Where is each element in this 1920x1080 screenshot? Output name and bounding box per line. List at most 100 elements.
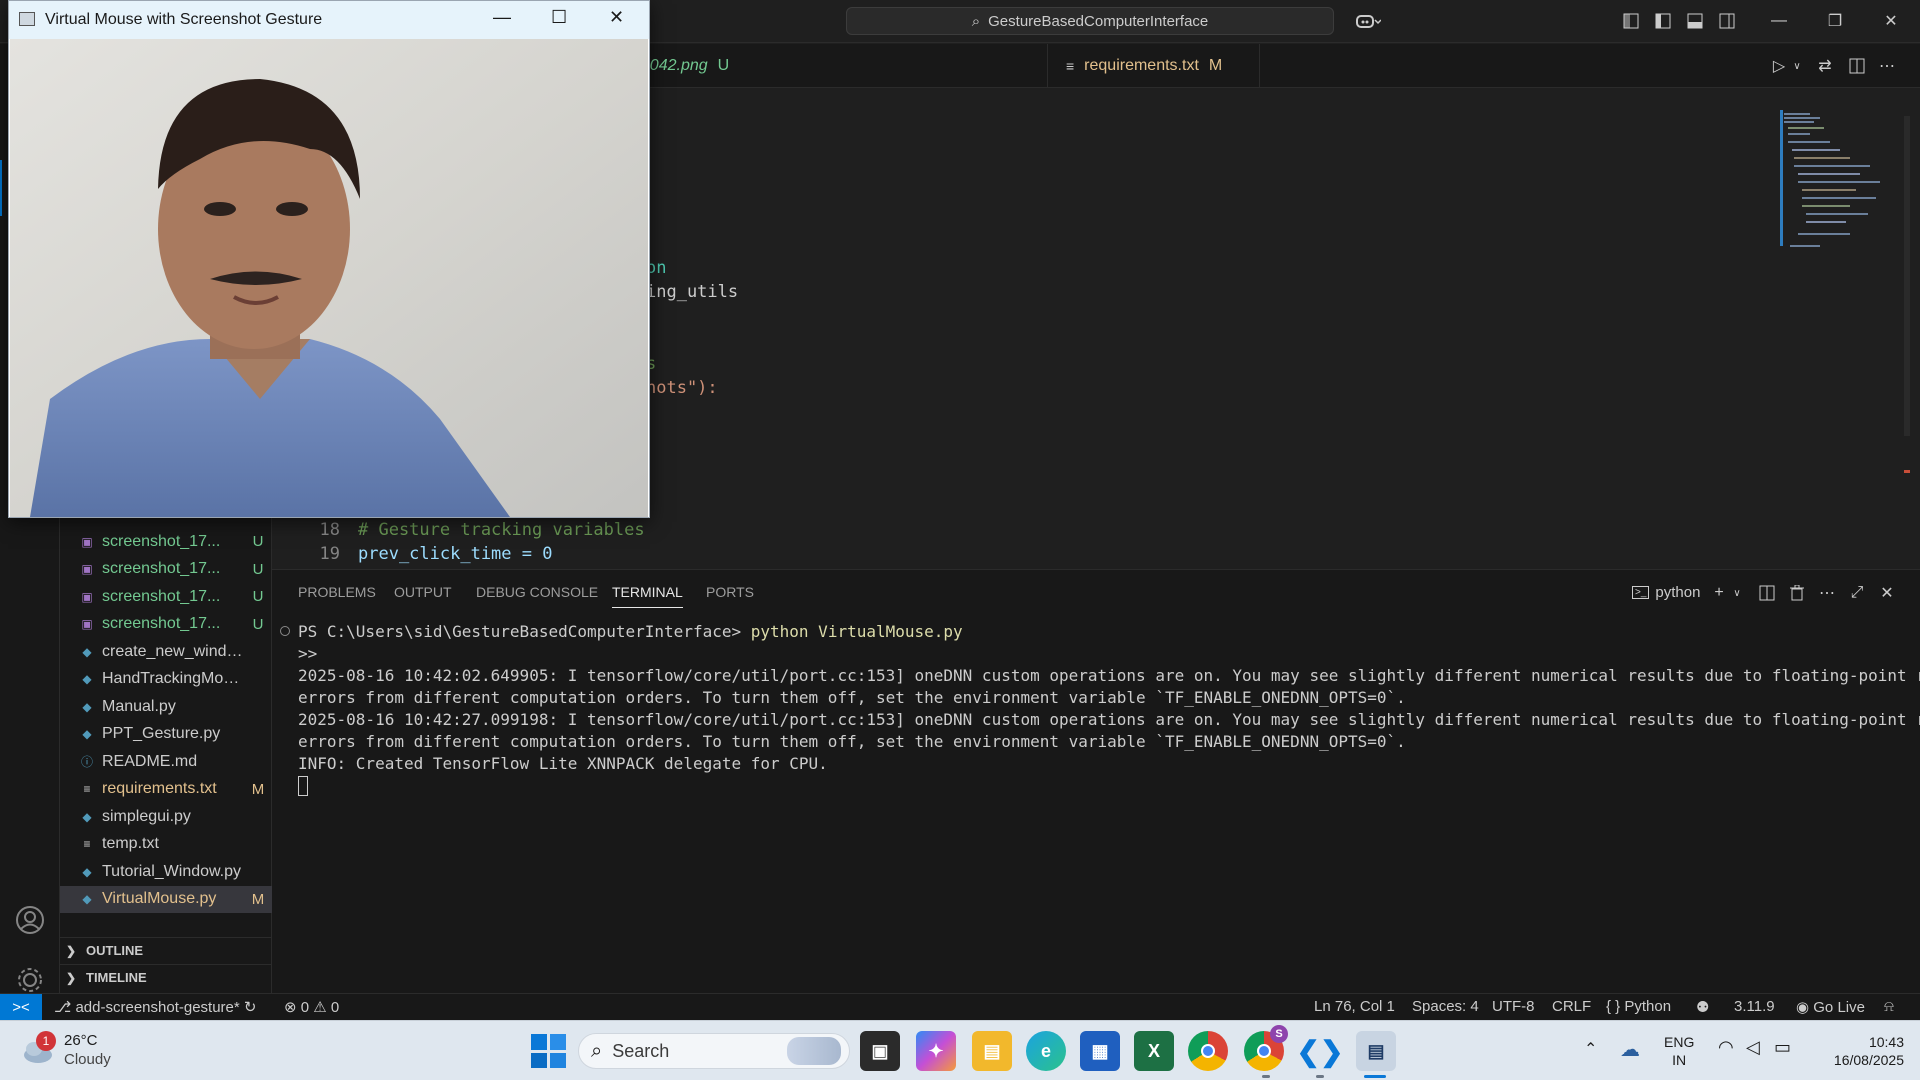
vscode-taskbar-icon[interactable]: ❮❯ xyxy=(1297,1031,1344,1071)
weather-condition: Cloudy xyxy=(64,1051,111,1068)
open-changes-icon[interactable]: ⇄ xyxy=(1814,55,1836,77)
explorer-file-item[interactable]: ⓘ README.md xyxy=(60,748,272,775)
notifications-bell-icon[interactable]: ⍾ xyxy=(1884,998,1894,1015)
status-bar: >< ⎇ add-screenshot-gesture* ↻ ⊗ 0 ⚠ 0 L… xyxy=(0,993,1920,1021)
explorer-file-item[interactable]: ◆ simplegui.py xyxy=(60,803,272,830)
copilot-app-icon[interactable]: ✦ xyxy=(916,1031,956,1071)
end-of-line[interactable]: CRLF xyxy=(1552,998,1591,1015)
maximize-panel-icon[interactable]: ⤢ xyxy=(1846,582,1868,604)
toggle-secondary-sidebar-icon[interactable] xyxy=(1716,10,1738,32)
explorer-file-item[interactable]: ◆ Manual.py xyxy=(60,693,272,720)
braces-icon: { } xyxy=(1606,998,1621,1015)
accounts-icon[interactable] xyxy=(12,902,48,938)
volume-icon[interactable]: ◁ xyxy=(1746,1037,1760,1058)
tab-requirements-txt[interactable]: ≡ requirements.txt M xyxy=(1048,44,1260,88)
editor-scrollbar[interactable] xyxy=(1904,116,1914,476)
chrome-profile-icon[interactable]: S xyxy=(1244,1025,1288,1071)
explorer-file-name: HandTrackingModule.... xyxy=(102,670,244,687)
minimap[interactable] xyxy=(1780,110,1900,270)
terminal-line: 2025-08-16 10:42:27.099198: I tensorflow… xyxy=(298,710,1920,729)
command-center-label: GestureBasedComputerInterface xyxy=(988,12,1209,30)
taskbar-search[interactable]: ⌕ Search xyxy=(578,1033,850,1069)
problems-indicator[interactable]: ⊗ 0 ⚠ 0 xyxy=(284,998,339,1016)
language-indicator[interactable]: ENG IN xyxy=(1664,1033,1694,1069)
python-window-icon[interactable]: ▤ xyxy=(1356,1031,1396,1071)
python-interpreter[interactable]: 3.11.9 xyxy=(1734,998,1775,1015)
terminal-cursor xyxy=(298,776,308,796)
command-center[interactable]: ⌕ GestureBasedComputerInterface xyxy=(846,7,1334,35)
clock-date: 16/08/2025 xyxy=(1833,1052,1904,1068)
explorer-file-name: README.md xyxy=(102,752,198,770)
explorer-file-item[interactable]: ≡ requirements.txt M xyxy=(60,776,272,803)
explorer-file-item[interactable]: ◆ PPT_Gesture.py xyxy=(60,721,272,748)
trash-icon[interactable] xyxy=(1786,582,1808,604)
line-number: 19 xyxy=(319,544,340,564)
copilot-icon[interactable] xyxy=(1350,10,1386,32)
minimize-icon[interactable]: — xyxy=(1768,10,1790,32)
maximize-icon[interactable]: ☐ xyxy=(551,7,567,28)
split-terminal-icon[interactable] xyxy=(1756,582,1778,604)
clock[interactable]: 10:43 16/08/2025 xyxy=(1812,1033,1904,1069)
encoding[interactable]: UTF-8 xyxy=(1492,998,1535,1015)
python-file-icon: ◆ xyxy=(82,699,92,714)
indentation[interactable]: Spaces: 4 xyxy=(1412,998,1479,1015)
tab-terminal[interactable]: TERMINAL xyxy=(612,584,683,608)
toggle-panel-icon[interactable] xyxy=(1684,10,1706,32)
explorer-file-item[interactable]: ◆ HandTrackingModule.... xyxy=(60,666,272,693)
minimize-icon[interactable]: — xyxy=(493,7,511,28)
close-icon[interactable]: ✕ xyxy=(609,7,624,28)
weather-widget[interactable]: 1 26°C Cloudy xyxy=(20,1031,111,1069)
timeline-section[interactable]: ❯ TIMELINE xyxy=(60,964,272,990)
chrome-icon[interactable] xyxy=(1188,1031,1228,1071)
explorer-file-item[interactable]: ▣ screenshot_17... U xyxy=(60,611,272,638)
copilot-status-icon[interactable]: ⚉ xyxy=(1696,998,1709,1016)
chevron-down-icon[interactable]: ∨ xyxy=(1786,55,1808,77)
search-placeholder: Search xyxy=(612,1040,670,1061)
explorer-file-item[interactable]: ▣ screenshot_17... U xyxy=(60,556,272,583)
python-file-icon: ◆ xyxy=(82,672,92,686)
explorer-file-item[interactable]: ▣ screenshot_17... U xyxy=(60,528,272,555)
branch-indicator[interactable]: ⎇ add-screenshot-gesture* ↻ xyxy=(54,998,256,1016)
restore-icon[interactable]: ❐ xyxy=(1824,10,1846,32)
language-top: ENG xyxy=(1664,1034,1695,1050)
excel-icon[interactable]: X xyxy=(1134,1031,1174,1071)
explorer-file-item[interactable]: ◆ VirtualMouse.py M xyxy=(60,885,272,913)
tab-output[interactable]: OUTPUT xyxy=(394,584,452,600)
close-panel-icon[interactable]: ✕ xyxy=(1876,582,1898,604)
camera-window-titlebar[interactable]: Virtual Mouse with Screenshot Gesture — … xyxy=(9,1,649,39)
windows-start-icon[interactable] xyxy=(528,1031,568,1071)
explorer-file-item[interactable]: ◆ Tutorial_Window.py xyxy=(60,858,272,885)
chevron-down-icon[interactable]: ∨ xyxy=(1726,582,1748,604)
language-mode[interactable]: { } Python xyxy=(1606,998,1671,1015)
tab-debug-console[interactable]: DEBUG CONSOLE xyxy=(476,584,598,600)
close-icon[interactable]: ✕ xyxy=(1880,10,1902,32)
go-live-button[interactable]: ◉ Go Live xyxy=(1796,998,1865,1016)
explorer-file-item[interactable]: ≡ temp.txt xyxy=(60,831,272,858)
terminal-selector[interactable]: >_ python xyxy=(1632,584,1700,601)
wifi-icon[interactable]: ◠ xyxy=(1718,1037,1734,1058)
explorer-file-item[interactable]: ◆ create_new_window.py xyxy=(60,638,272,665)
explorer-file-item[interactable]: ▣ screenshot_17... U xyxy=(60,583,272,610)
tab-screenshot-png[interactable]: 83042.png U xyxy=(632,44,1048,88)
remote-indicator-icon[interactable]: >< xyxy=(0,994,42,1021)
tab-problems[interactable]: PROBLEMS xyxy=(298,584,376,600)
show-hidden-icons-icon[interactable]: ⌃ xyxy=(1584,1039,1597,1059)
file-explorer-icon[interactable]: ▤ xyxy=(972,1031,1012,1071)
terminal-line: >> xyxy=(298,644,318,663)
battery-icon[interactable]: ▭ xyxy=(1774,1037,1791,1058)
task-view-icon[interactable]: ▣ xyxy=(860,1031,900,1071)
weather-temp: 26°C xyxy=(64,1032,98,1049)
customize-layout-icon[interactable] xyxy=(1620,10,1642,32)
split-editor-icon[interactable] xyxy=(1846,55,1868,77)
tab-ports[interactable]: PORTS xyxy=(706,584,754,600)
toggle-primary-sidebar-icon[interactable] xyxy=(1652,10,1674,32)
more-actions-icon[interactable]: ⋯ xyxy=(1876,55,1898,77)
onedrive-icon[interactable]: ☁ xyxy=(1620,1037,1640,1062)
outline-section[interactable]: ❯ OUTLINE xyxy=(60,937,272,963)
cursor-position[interactable]: Ln 76, Col 1 xyxy=(1314,998,1395,1015)
edge-browser-icon[interactable]: e xyxy=(1026,1031,1066,1071)
camera-window-title: Virtual Mouse with Screenshot Gesture xyxy=(45,11,323,28)
more-actions-icon[interactable]: ⋯ xyxy=(1816,582,1838,604)
command-decoration-icon xyxy=(280,626,290,636)
microsoft-store-icon[interactable]: ▦ xyxy=(1080,1031,1120,1071)
